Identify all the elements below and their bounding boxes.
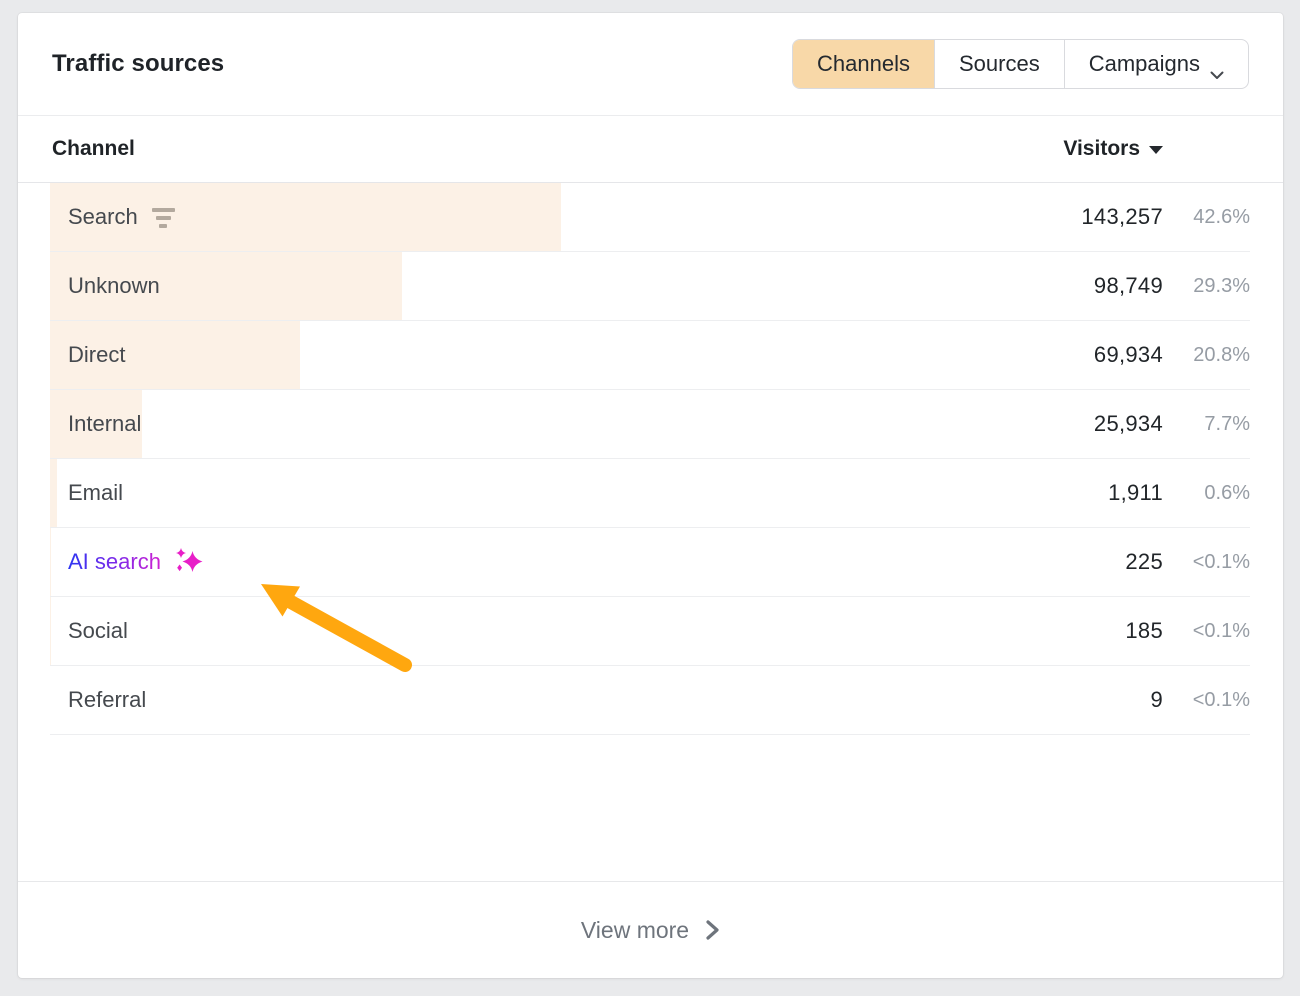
table-row[interactable]: Social 185 <0.1%: [50, 597, 1250, 666]
channel-cell: Internal: [50, 411, 1094, 437]
column-header-visitors-label: Visitors: [1063, 137, 1140, 161]
table-column-header: Channel Visitors: [18, 116, 1283, 183]
channel-cell: Social: [50, 618, 1125, 644]
visitors-percent: 42.6%: [1163, 206, 1250, 229]
card-header: Traffic sources Channels Sources Campaig…: [18, 13, 1283, 116]
visitors-value: 143,257: [1081, 204, 1163, 230]
channel-label: Search: [68, 204, 138, 230]
table-row[interactable]: Email 1,911 0.6%: [50, 459, 1250, 528]
visitors-percent: 7.7%: [1163, 413, 1250, 436]
channel-label: Email: [68, 480, 123, 506]
visitors-value: 9: [1150, 687, 1163, 713]
sort-desc-icon: [1149, 146, 1163, 154]
view-more-button[interactable]: View more: [18, 881, 1283, 978]
view-switcher: Channels Sources Campaigns: [792, 39, 1249, 89]
channel-label: Unknown: [68, 273, 160, 299]
channel-label: Internal: [68, 411, 141, 437]
filter-icon[interactable]: [152, 208, 175, 228]
table-body: Search 143,257 42.6% Unknown: [18, 183, 1283, 735]
visitors-value: 225: [1125, 549, 1163, 575]
channel-label: AI search: [68, 549, 161, 575]
visitors-percent: <0.1%: [1163, 620, 1250, 643]
chevron-down-icon: [1210, 60, 1224, 69]
visitors-value: 98,749: [1094, 273, 1163, 299]
visitors-value: 25,934: [1094, 411, 1163, 437]
channel-cell: Referral: [50, 687, 1150, 713]
tab-channels-label: Channels: [817, 51, 910, 77]
channel-label: Direct: [68, 342, 125, 368]
channel-label: Referral: [68, 687, 146, 713]
table-row[interactable]: Referral 9 <0.1%: [50, 666, 1250, 735]
tab-sources-label: Sources: [959, 51, 1040, 77]
table-row[interactable]: Unknown 98,749 29.3%: [50, 252, 1250, 321]
visitors-percent: <0.1%: [1163, 689, 1250, 712]
ai-sparkles-icon: [175, 548, 203, 579]
table-row[interactable]: Internal 25,934 7.7%: [50, 390, 1250, 459]
visitors-value: 1,911: [1108, 480, 1163, 506]
channel-cell: Unknown: [50, 273, 1094, 299]
table-row[interactable]: Search 143,257 42.6%: [50, 183, 1250, 252]
table-row[interactable]: Direct 69,934 20.8%: [50, 321, 1250, 390]
channel-label: Social: [68, 618, 128, 644]
view-more-label: View more: [581, 917, 689, 944]
tab-campaigns-label: Campaigns: [1089, 51, 1200, 77]
channel-cell: AI search: [50, 546, 1125, 579]
tab-channels[interactable]: Channels: [793, 40, 934, 88]
chevron-right-icon: [705, 918, 720, 942]
visitors-percent: 20.8%: [1163, 344, 1250, 367]
column-header-channel: Channel: [52, 137, 1063, 161]
channel-cell: Direct: [50, 342, 1094, 368]
tab-campaigns[interactable]: Campaigns: [1064, 40, 1248, 88]
visitors-value: 185: [1125, 618, 1163, 644]
column-header-visitors[interactable]: Visitors: [1063, 137, 1163, 161]
visitors-value: 69,934: [1094, 342, 1163, 368]
channel-cell: Search: [50, 204, 1081, 230]
page-title: Traffic sources: [52, 50, 224, 78]
channel-cell: Email: [50, 480, 1108, 506]
visitors-percent: 0.6%: [1163, 482, 1250, 505]
visitors-percent: 29.3%: [1163, 275, 1250, 298]
traffic-sources-card: Traffic sources Channels Sources Campaig…: [18, 13, 1283, 978]
visitors-percent: <0.1%: [1163, 551, 1250, 574]
table-row-ai-search[interactable]: AI search 225 <0.1%: [50, 528, 1250, 597]
empty-space: [18, 735, 1283, 881]
tab-sources[interactable]: Sources: [934, 40, 1064, 88]
